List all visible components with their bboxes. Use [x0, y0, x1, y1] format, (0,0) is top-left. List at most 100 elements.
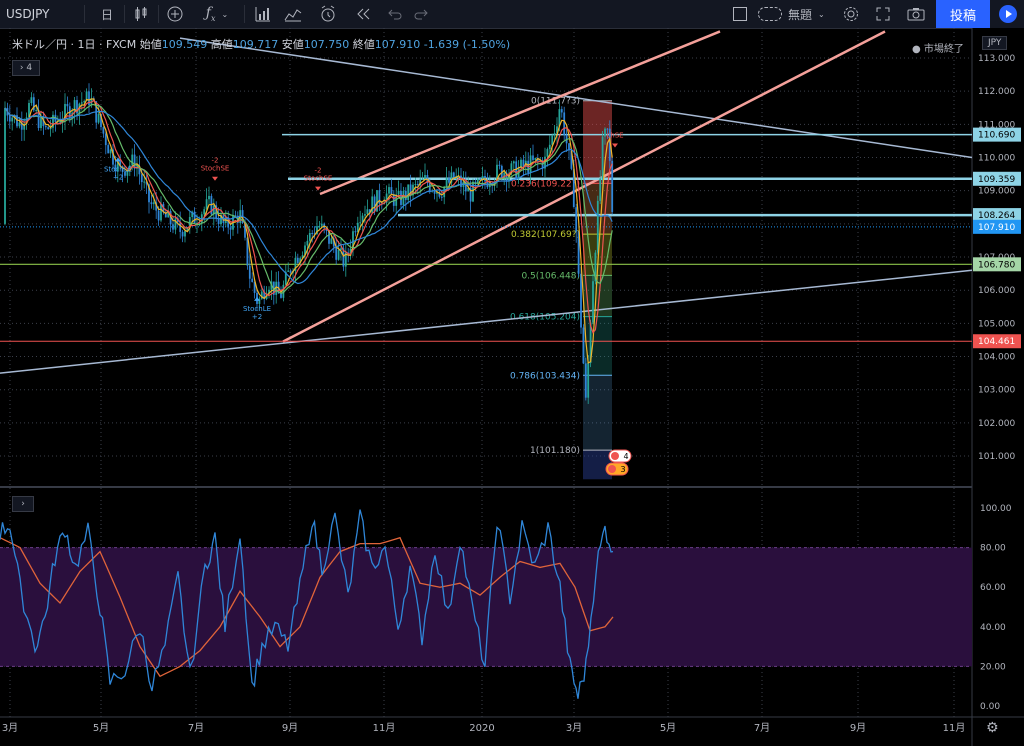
candle-body [318, 225, 321, 227]
candle-body [416, 184, 419, 186]
settings-gear-icon[interactable] [840, 4, 862, 24]
candle-body [390, 187, 393, 194]
instrument-name[interactable]: 米ドル／円 · 1日 · FXCM [12, 38, 136, 51]
price-tick-label: 102.000 [978, 419, 1015, 429]
templates-icon[interactable] [282, 4, 304, 24]
candle-body [143, 181, 146, 183]
candle-body [193, 211, 196, 224]
price-label-tag: 106.780 [973, 257, 1021, 272]
layout-name-button[interactable]: 無題 ⌄ [758, 4, 834, 24]
price-tag-text: 109.359 [978, 175, 1015, 185]
price-tick-label: 105.000 [978, 319, 1015, 329]
candle-body [104, 133, 107, 146]
signal-label: StochLE [243, 305, 271, 313]
strategy-signal-marker: -2StochSE [304, 167, 332, 191]
signal-label: chSE [606, 132, 623, 140]
camera-icon[interactable] [904, 4, 928, 24]
fib-level-label: 0.5(106.448) [521, 271, 580, 281]
financials-icon[interactable] [252, 4, 274, 24]
candle-body [330, 238, 333, 244]
candle-body [157, 210, 160, 221]
chevron-right-icon: › [19, 63, 24, 73]
time-tick-label: 5月 [93, 722, 109, 734]
candle-body [287, 270, 290, 272]
candle-body [296, 257, 299, 263]
play-button[interactable] [992, 0, 1024, 28]
candle-body [30, 97, 33, 104]
symbol-search-button[interactable]: USDJPY [6, 4, 68, 24]
cloud-icon [758, 7, 782, 21]
chevron-down-icon: ⌄ [221, 9, 229, 19]
low-value: 107.750 [303, 38, 350, 51]
price-label-tag: 104.461 [973, 334, 1021, 349]
fib-level-label: 0.236(109.22?) [511, 179, 580, 189]
candle-body [44, 126, 47, 128]
time-axis: 3月 5月 7月 9月 11月 2020 3月 5月 7月 9月 11月 [2, 722, 966, 734]
open-value: 109.549 [161, 38, 208, 51]
price-tick-label: 110.000 [978, 154, 1015, 164]
candle-body [152, 202, 155, 205]
price-label-tag: 110.690 [973, 127, 1021, 142]
candle-body [172, 224, 174, 230]
time-tick-label: 9月 [850, 722, 866, 734]
price-label-tag: 109.359 [973, 171, 1021, 186]
candle-body [421, 178, 424, 180]
candle-body [364, 214, 366, 216]
stoch-pane-expand-button[interactable]: › [12, 496, 34, 512]
fullscreen-icon[interactable] [872, 4, 894, 24]
low-label: 安値 [281, 38, 304, 51]
candle-body [407, 184, 410, 201]
compare-add-icon[interactable] [164, 4, 186, 24]
market-status: ● 市場終了 [912, 44, 964, 55]
candle-body [311, 232, 314, 234]
publish-label: 投稿 [949, 8, 976, 24]
event-count: 4 [623, 452, 628, 461]
candle-body [73, 100, 76, 113]
layout-icon[interactable] [730, 4, 750, 24]
candle-body [308, 232, 311, 241]
candle-body [582, 327, 585, 364]
candle-body [320, 223, 323, 226]
downtrend-line [179, 37, 973, 159]
price-chart[interactable]: 0(111.7?3)0.236(109.22?)0.382(107.69?)0.… [0, 28, 1024, 746]
chevron-right-icon: › [21, 499, 25, 509]
candle-body [280, 293, 282, 298]
price-tick-label: 109.000 [978, 187, 1015, 197]
redo-icon[interactable] [410, 4, 432, 24]
candle-body [599, 178, 602, 201]
toolbar-divider [244, 5, 245, 23]
currency-badge: JPY [982, 36, 1008, 50]
event-count: 3 [620, 465, 625, 474]
toolbar-divider [84, 5, 85, 23]
indicators-button[interactable]: ƒx ⌄ [196, 4, 238, 24]
candle-body [587, 362, 590, 398]
candle-body [592, 281, 594, 323]
change-value: -1.639 (-1.50%) [423, 38, 511, 51]
candle-body [404, 190, 407, 201]
candle-body [553, 133, 556, 136]
time-tick-label: 9月 [282, 722, 298, 734]
indicators-collapse-button[interactable]: › 4 [12, 60, 40, 76]
candle-body [472, 181, 474, 202]
replay-icon[interactable] [352, 4, 374, 24]
close-label: 終値 [352, 38, 375, 51]
stoch-tick-label: 40.00 [980, 623, 1006, 633]
ohlc-legend: 米ドル／円 · 1日 · FXCM 始値109.549 高値109.717 安値… [12, 36, 510, 52]
candle-body [548, 144, 551, 150]
candle-body [601, 136, 604, 179]
strategy-signal-marker: StochLE+2 [243, 296, 271, 321]
uptrend-line [0, 269, 973, 374]
alert-clock-icon[interactable] [316, 4, 340, 24]
publish-button[interactable]: 投稿 [936, 0, 990, 28]
candle-body [512, 161, 515, 164]
event-badge: 4 [608, 449, 632, 463]
candle-body [181, 231, 184, 237]
undo-icon[interactable] [384, 4, 406, 24]
top-toolbar: USDJPY 日 ƒx ⌄ 無題 ⌄ 投稿 [0, 0, 1024, 29]
axis-settings-gear-icon[interactable]: ⚙ [986, 720, 999, 736]
candle-body [208, 195, 210, 200]
candle-body [203, 209, 206, 215]
candle-body [575, 207, 578, 232]
interval-button[interactable]: 日 [96, 4, 118, 24]
candles-icon[interactable] [130, 4, 152, 24]
